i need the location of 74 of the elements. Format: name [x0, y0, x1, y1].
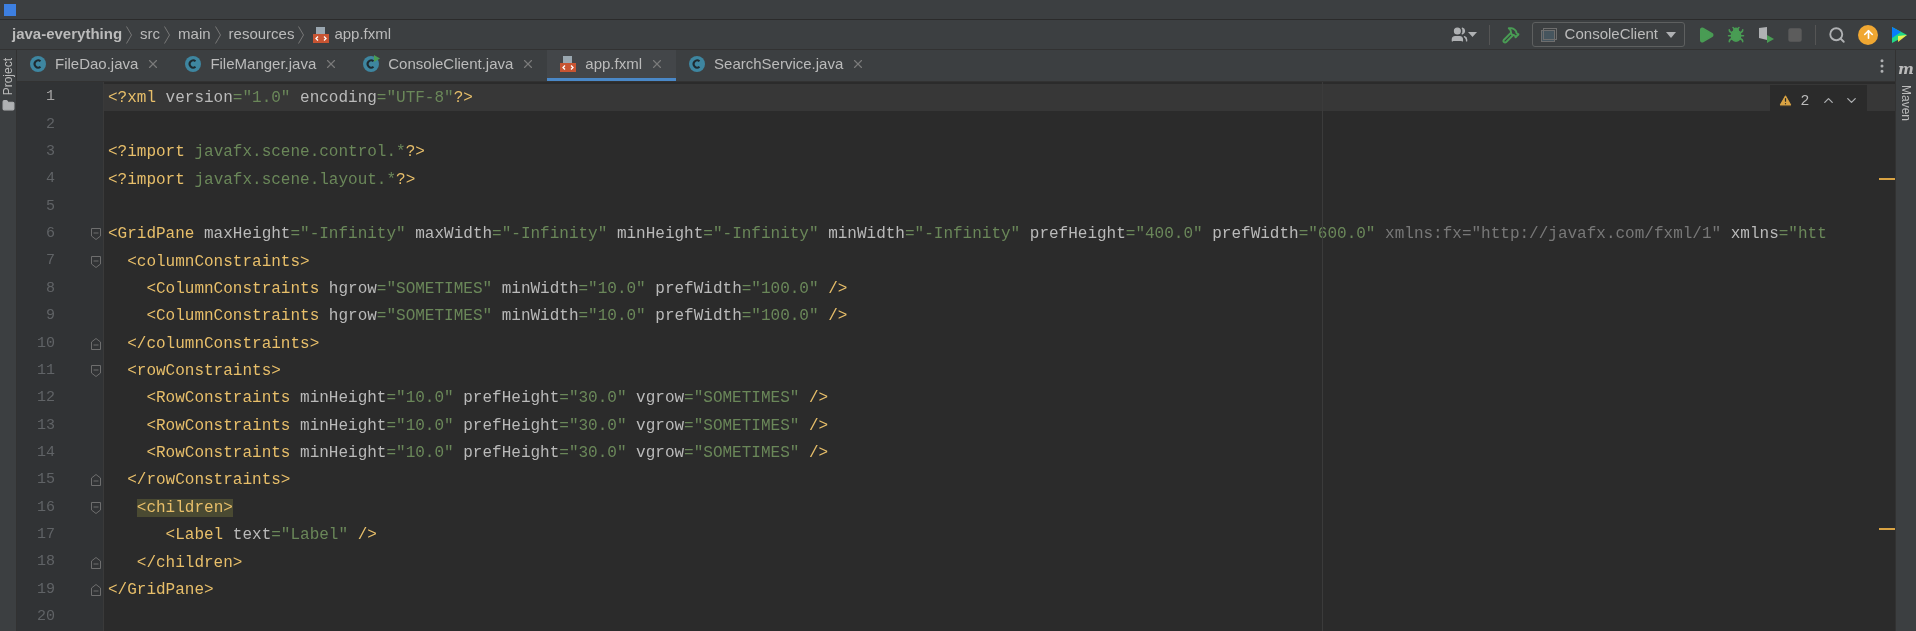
plugin-logo-icon[interactable]: [1890, 25, 1908, 44]
class-icon: [184, 55, 203, 73]
code-line: <Label text="Label" />: [164, 525, 377, 547]
breadcrumb-item[interactable]: java-everything: [12, 23, 123, 46]
editor-tab[interactable]: SearchService.java: [676, 50, 878, 81]
code-line: </columnConstraints>: [126, 333, 320, 355]
build-hammer-icon[interactable]: [1501, 25, 1520, 44]
account-dropdown[interactable]: [1450, 26, 1477, 43]
maven-tool-tab[interactable]: Maven: [1897, 84, 1915, 121]
editor-tab[interactable]: ConsoleClient.java: [350, 50, 548, 81]
breadcrumb-separator-icon: [164, 25, 171, 44]
debug-bug-icon[interactable]: [1727, 25, 1745, 44]
stop-icon: [1787, 26, 1803, 43]
coverage-shield-icon[interactable]: [1757, 25, 1775, 44]
caret-icon: [1467, 32, 1477, 37]
folder-icon: [1, 99, 15, 113]
code-editor[interactable]: [103, 82, 1895, 631]
run-configuration-dropdown[interactable]: ConsoleClient: [1531, 22, 1685, 47]
fold-end-icon[interactable]: [90, 555, 102, 570]
code-line: </children>: [135, 552, 243, 574]
code-line: </GridPane>: [108, 579, 214, 601]
breadcrumb-separator-icon: [214, 25, 221, 44]
fold-marker-icon[interactable]: [90, 364, 102, 379]
breadcrumb-separator-icon: [298, 25, 305, 44]
search-icon[interactable]: [1828, 25, 1846, 44]
code-line: <ColumnConstraints hgrow="SOMETIMES" minWidth="10.0" prefWidth="100.0" />: [145, 279, 848, 301]
maven-logo: m: [1898, 59, 1914, 80]
project-tool-tab[interactable]: Project: [0, 58, 17, 96]
breadcrumb-separator-icon: [126, 25, 133, 44]
warning-icon: [1777, 92, 1793, 108]
code-line: <RowConstraints minHeight="10.0" prefHeight="30.0" vgrow="SOMETIMES" />: [145, 415, 829, 437]
code-line: <?xml version="1.0" encoding="UTF-8"?>: [108, 87, 473, 109]
code-line: <?import javafx.scene.control.*?>: [108, 142, 425, 164]
runnable-class-icon: [362, 55, 381, 73]
code-line: <columnConstraints>: [126, 251, 310, 273]
tab-label: ConsoleClient.java: [388, 53, 514, 74]
code-line: <GridPane maxHeight="-Infinity" maxWidth="-Infinity" minHeight="-Infinity" minWidth="-Infinity" prefHeight="400.0" prefWidth="600.0" xmlns:fx="http://javafx.com/fxml/1" xmlns="htt: [108, 224, 1827, 246]
fold-end-icon[interactable]: [90, 473, 102, 488]
tab-label: FileManger.java: [210, 53, 317, 74]
class-icon: [29, 55, 47, 73]
app-icon: [4, 3, 16, 16]
fold-marker-icon[interactable]: [90, 254, 102, 269]
users-icon: [1450, 26, 1468, 43]
breadcrumb-item[interactable]: resources: [228, 23, 295, 46]
update-icon[interactable]: [1858, 24, 1878, 45]
caret-icon: [1666, 31, 1676, 38]
xml-file-icon: [559, 55, 578, 73]
code-line: <RowConstraints minHeight="10.0" prefHeight="30.0" vgrow="SOMETIMES" />: [145, 388, 829, 410]
run-icon[interactable]: [1697, 25, 1715, 44]
tab-label: app.fxml: [585, 53, 643, 74]
breadcrumb-item[interactable]: src: [140, 23, 161, 46]
warning-count: 2: [1800, 90, 1809, 110]
fold-marker-icon[interactable]: [90, 500, 102, 515]
fold-end-icon[interactable]: [90, 336, 102, 351]
fold-end-icon[interactable]: [90, 582, 102, 597]
code-line: </rowConstraints>: [126, 470, 291, 492]
line-number: 1: [45, 87, 55, 108]
code-line: <RowConstraints minHeight="10.0" prefHeight="30.0" vgrow="SOMETIMES" />: [145, 443, 829, 465]
breadcrumb-item[interactable]: app.fxml: [334, 23, 392, 46]
tab-label: FileDao.java: [55, 53, 139, 74]
window-icon: [1540, 27, 1557, 42]
breadcrumb-item[interactable]: main: [178, 23, 211, 46]
warning-stripe: [1879, 528, 1895, 530]
editor-tab[interactable]: FileManger.java: [172, 50, 351, 81]
code-line: <rowConstraints>: [126, 361, 281, 383]
warning-stripe: [1879, 178, 1895, 180]
xml-file-icon: [312, 25, 331, 44]
editor-tab[interactable]: FileDao.java: [17, 50, 173, 81]
fold-marker-icon[interactable]: [90, 227, 102, 242]
code-line: <?import javafx.scene.layout.*?>: [108, 169, 416, 191]
editor-tab[interactable]: app.fxml: [547, 50, 677, 81]
class-icon: [688, 55, 707, 73]
code-line: <ColumnConstraints hgrow="SOMETIMES" minWidth="10.0" prefWidth="100.0" />: [145, 306, 848, 328]
tab-label: SearchService.java: [714, 53, 844, 74]
